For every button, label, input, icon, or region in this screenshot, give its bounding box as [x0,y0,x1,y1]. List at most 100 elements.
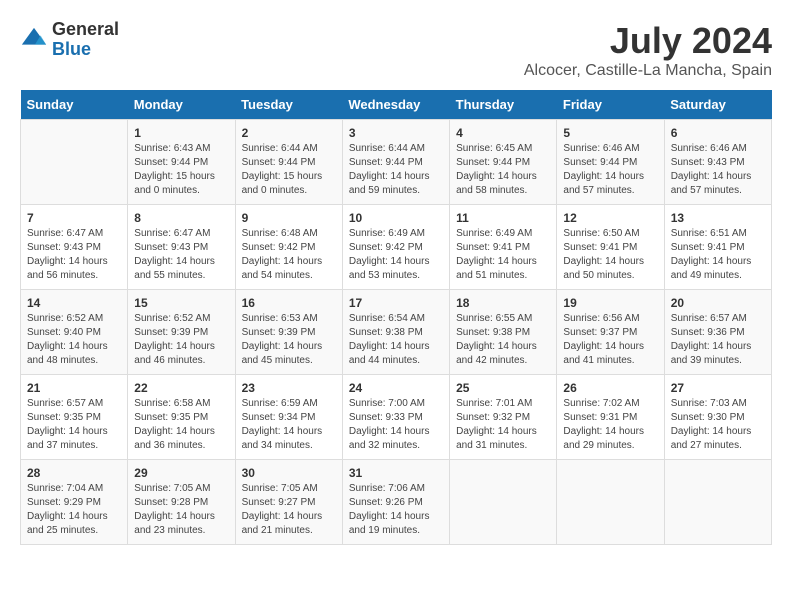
day-info: Sunrise: 6:54 AM Sunset: 9:38 PM Dayligh… [349,312,443,368]
weekday-header-tuesday: Tuesday [235,90,342,120]
weekday-header-saturday: Saturday [664,90,771,120]
calendar-cell: 8 Sunrise: 6:47 AM Sunset: 9:43 PM Daylig… [128,205,235,290]
day-info: Sunrise: 6:46 AM Sunset: 9:44 PM Dayligh… [563,142,657,198]
weekday-header-friday: Friday [557,90,664,120]
calendar-cell: 17 Sunrise: 6:54 AM Sunset: 9:38 PM Dayli… [342,290,449,375]
calendar-cell: 15 Sunrise: 6:52 AM Sunset: 9:39 PM Dayli… [128,290,235,375]
day-info: Sunrise: 6:49 AM Sunset: 9:42 PM Dayligh… [349,227,443,283]
day-info: Sunrise: 7:01 AM Sunset: 9:32 PM Dayligh… [456,397,550,453]
day-number: 16 [242,296,336,310]
weekday-header-monday: Monday [128,90,235,120]
day-number: 2 [242,126,336,140]
calendar-cell: 13 Sunrise: 6:51 AM Sunset: 9:41 PM Dayli… [664,205,771,290]
weekday-header-wednesday: Wednesday [342,90,449,120]
week-row-2: 7 Sunrise: 6:47 AM Sunset: 9:43 PM Daylig… [21,205,772,290]
day-number: 15 [134,296,228,310]
day-number: 6 [671,126,765,140]
calendar-cell: 14Sunrise: 6:52 AM Sunset: 9:40 PM Dayli… [21,290,128,375]
day-number: 24 [349,381,443,395]
day-number: 12 [563,211,657,225]
day-info: Sunrise: 6:46 AM Sunset: 9:43 PM Dayligh… [671,142,765,198]
main-title: July 2024 [524,20,772,62]
day-info: Sunrise: 6:48 AM Sunset: 9:42 PM Dayligh… [242,227,336,283]
logo-icon [20,26,48,54]
day-info: Sunrise: 6:52 AM Sunset: 9:39 PM Dayligh… [134,312,228,368]
calendar-cell [557,460,664,545]
day-info: Sunrise: 7:06 AM Sunset: 9:26 PM Dayligh… [349,482,443,538]
day-number: 17 [349,296,443,310]
day-number: 21 [27,381,121,395]
day-number: 31 [349,466,443,480]
week-row-3: 14Sunrise: 6:52 AM Sunset: 9:40 PM Dayli… [21,290,772,375]
day-info: Sunrise: 6:57 AM Sunset: 9:36 PM Dayligh… [671,312,765,368]
day-info: Sunrise: 6:56 AM Sunset: 9:37 PM Dayligh… [563,312,657,368]
calendar-cell: 30 Sunrise: 7:05 AM Sunset: 9:27 PM Dayli… [235,460,342,545]
day-number: 1 [134,126,228,140]
calendar-cell: 9 Sunrise: 6:48 AM Sunset: 9:42 PM Daylig… [235,205,342,290]
calendar-cell [450,460,557,545]
day-info: Sunrise: 6:44 AM Sunset: 9:44 PM Dayligh… [349,142,443,198]
day-number: 19 [563,296,657,310]
logo-general-text: General [52,20,119,40]
calendar-cell: 5 Sunrise: 6:46 AM Sunset: 9:44 PM Daylig… [557,120,664,205]
weekday-header-row: SundayMondayTuesdayWednesdayThursdayFrid… [21,90,772,120]
day-info: Sunrise: 6:47 AM Sunset: 9:43 PM Dayligh… [134,227,228,283]
day-info: Sunrise: 6:57 AM Sunset: 9:35 PM Dayligh… [27,397,121,453]
day-info: Sunrise: 7:05 AM Sunset: 9:28 PM Dayligh… [134,482,228,538]
day-number: 26 [563,381,657,395]
day-info: Sunrise: 6:52 AM Sunset: 9:40 PM Dayligh… [27,312,121,368]
calendar-cell: 23 Sunrise: 6:59 AM Sunset: 9:34 PM Dayli… [235,375,342,460]
logo: General Blue [20,20,119,60]
calendar-cell: 31 Sunrise: 7:06 AM Sunset: 9:26 PM Dayli… [342,460,449,545]
day-info: Sunrise: 6:49 AM Sunset: 9:41 PM Dayligh… [456,227,550,283]
calendar-cell: 7 Sunrise: 6:47 AM Sunset: 9:43 PM Daylig… [21,205,128,290]
day-info: Sunrise: 7:04 AM Sunset: 9:29 PM Dayligh… [27,482,121,538]
day-info: Sunrise: 6:53 AM Sunset: 9:39 PM Dayligh… [242,312,336,368]
day-info: Sunrise: 6:58 AM Sunset: 9:35 PM Dayligh… [134,397,228,453]
calendar-cell: 18 Sunrise: 6:55 AM Sunset: 9:38 PM Dayli… [450,290,557,375]
day-number: 30 [242,466,336,480]
calendar-cell: 1 Sunrise: 6:43 AM Sunset: 9:44 PM Daylig… [128,120,235,205]
day-number: 29 [134,466,228,480]
day-number: 10 [349,211,443,225]
day-number: 23 [242,381,336,395]
day-number: 20 [671,296,765,310]
calendar-cell: 22 Sunrise: 6:58 AM Sunset: 9:35 PM Dayli… [128,375,235,460]
day-number: 5 [563,126,657,140]
day-number: 9 [242,211,336,225]
day-info: Sunrise: 6:50 AM Sunset: 9:41 PM Dayligh… [563,227,657,283]
calendar-cell: 16 Sunrise: 6:53 AM Sunset: 9:39 PM Dayli… [235,290,342,375]
day-info: Sunrise: 6:59 AM Sunset: 9:34 PM Dayligh… [242,397,336,453]
day-number: 13 [671,211,765,225]
week-row-1: 1 Sunrise: 6:43 AM Sunset: 9:44 PM Daylig… [21,120,772,205]
title-block: July 2024 Alcocer, Castille-La Mancha, S… [524,20,772,80]
day-number: 18 [456,296,550,310]
day-info: Sunrise: 7:05 AM Sunset: 9:27 PM Dayligh… [242,482,336,538]
day-info: Sunrise: 6:43 AM Sunset: 9:44 PM Dayligh… [134,142,228,198]
calendar-table: SundayMondayTuesdayWednesdayThursdayFrid… [20,90,772,545]
calendar-cell: 29 Sunrise: 7:05 AM Sunset: 9:28 PM Dayli… [128,460,235,545]
week-row-4: 21 Sunrise: 6:57 AM Sunset: 9:35 PM Dayli… [21,375,772,460]
day-info: Sunrise: 7:02 AM Sunset: 9:31 PM Dayligh… [563,397,657,453]
day-info: Sunrise: 6:47 AM Sunset: 9:43 PM Dayligh… [27,227,121,283]
day-number: 8 [134,211,228,225]
day-number: 27 [671,381,765,395]
calendar-cell: 25Sunrise: 7:01 AM Sunset: 9:32 PM Dayli… [450,375,557,460]
calendar-cell: 10 Sunrise: 6:49 AM Sunset: 9:42 PM Dayli… [342,205,449,290]
calendar-cell: 3 Sunrise: 6:44 AM Sunset: 9:44 PM Daylig… [342,120,449,205]
day-number: 7 [27,211,121,225]
day-number: 22 [134,381,228,395]
day-info: Sunrise: 6:51 AM Sunset: 9:41 PM Dayligh… [671,227,765,283]
day-info: Sunrise: 6:55 AM Sunset: 9:38 PM Dayligh… [456,312,550,368]
calendar-cell: 26 Sunrise: 7:02 AM Sunset: 9:31 PM Dayli… [557,375,664,460]
day-number: 11 [456,211,550,225]
calendar-cell: 28Sunrise: 7:04 AM Sunset: 9:29 PM Dayli… [21,460,128,545]
page-header: General Blue July 2024 Alcocer, Castille… [20,20,772,80]
calendar-cell: 19 Sunrise: 6:56 AM Sunset: 9:37 PM Dayli… [557,290,664,375]
calendar-cell: 12 Sunrise: 6:50 AM Sunset: 9:41 PM Dayli… [557,205,664,290]
calendar-cell: 21 Sunrise: 6:57 AM Sunset: 9:35 PM Dayli… [21,375,128,460]
calendar-cell: 24Sunrise: 7:00 AM Sunset: 9:33 PM Dayli… [342,375,449,460]
day-number: 3 [349,126,443,140]
calendar-cell: 4Sunrise: 6:45 AM Sunset: 9:44 PM Daylig… [450,120,557,205]
calendar-cell [21,120,128,205]
